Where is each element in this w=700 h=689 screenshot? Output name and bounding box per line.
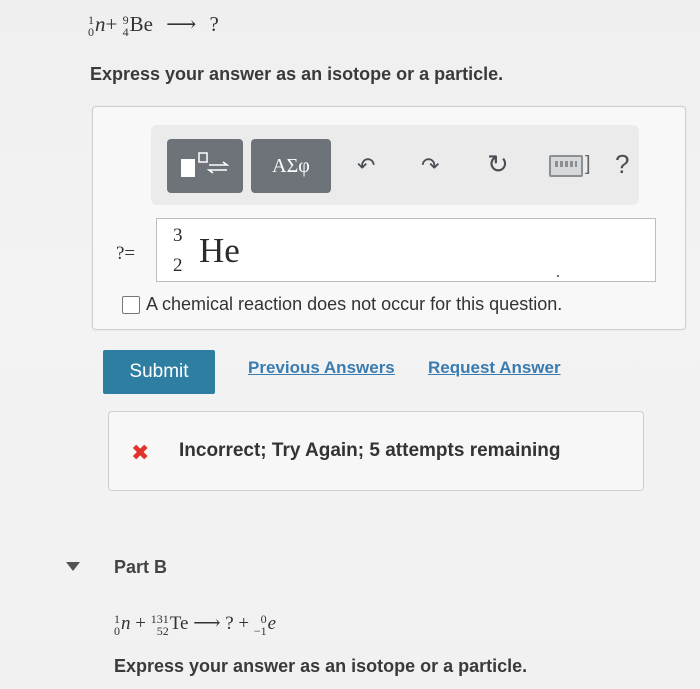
no-reaction-checkbox[interactable] [122, 295, 140, 314]
beryllium-atomic-number: 4 [122, 25, 129, 40]
greek-symbols-button[interactable]: ΑΣφ [251, 139, 331, 193]
answer-atomic-number: 2 [173, 255, 183, 276]
submit-button[interactable]: Submit [103, 350, 215, 394]
incorrect-icon: ✖ [131, 440, 150, 465]
tellurium-nuclide: 131 52 [151, 613, 169, 637]
templates-icon [181, 152, 230, 177]
no-reaction-option[interactable]: A chemical reaction does not occur for t… [122, 294, 562, 315]
neutron-atomic-number: 0 [88, 25, 94, 40]
tellurium-symbol: Te [169, 613, 189, 634]
unknown-product: ? [209, 12, 219, 36]
plus-sign: + [105, 12, 118, 36]
keyboard-shortcut-bracket: ] [585, 153, 591, 175]
redo-icon[interactable]: ↷ [421, 153, 439, 179]
electron-nuclide: 0 −1 [254, 613, 267, 637]
answer-mass-number: 3 [173, 225, 183, 246]
unknown-product-b: ? [225, 613, 234, 634]
reset-icon[interactable]: ↻ [487, 149, 509, 180]
part-a-equation: 1 0 n+ 9 4 Be ⟶ ? [88, 12, 219, 38]
part-b-equation: 1 0 n + 131 52 Te ⟶ ? + 0 −1 e [114, 612, 276, 637]
answer-input[interactable]: 3 2 He [156, 218, 656, 282]
no-reaction-label: A chemical reaction does not occur for t… [146, 294, 563, 314]
beryllium-nuclide: 9 4 [123, 14, 129, 38]
electron-charge-number: −1 [253, 623, 267, 638]
undo-icon[interactable]: ↶ [357, 153, 375, 179]
request-answer-link[interactable]: Request Answer [428, 358, 561, 378]
collapse-chevron-icon[interactable] [66, 562, 80, 571]
part-a-instruction: Express your answer as an isotope or a p… [90, 64, 504, 84]
reaction-arrow: ⟶ [166, 12, 197, 36]
neutron-symbol-b: n [121, 613, 131, 634]
neutron-atomic-number-b: 0 [114, 623, 120, 638]
answer-element-symbol: He [199, 231, 240, 270]
plus-sign-b: + [135, 613, 146, 634]
templates-button[interactable] [167, 139, 243, 193]
feedback-panel: ✖ Incorrect; Try Again; 5 attempts remai… [108, 411, 644, 491]
reaction-arrow-b: ⟶ [193, 613, 221, 634]
neutron-symbol: n [95, 12, 106, 36]
tellurium-mass-number: 131 [150, 611, 169, 626]
input-cursor-dot [557, 275, 559, 277]
feedback-message: Incorrect; Try Again; 5 attempts remaini… [179, 440, 561, 461]
electron-mass-number: 0 [260, 611, 267, 626]
neutron-mass-number-b: 1 [114, 611, 120, 626]
part-b-title[interactable]: Part B [114, 557, 167, 578]
beryllium-symbol: Be [129, 12, 153, 36]
keyboard-icon[interactable] [549, 155, 583, 177]
previous-answers-link[interactable]: Previous Answers [248, 358, 395, 378]
neutron-nuclide-b: 1 0 [114, 613, 120, 637]
electron-symbol: e [267, 613, 277, 634]
math-toolbar: ΑΣφ ↶ ↷ ↻ ] ? [151, 125, 639, 205]
neutron-nuclide: 1 0 [88, 14, 94, 38]
plus-sign-b2: + [238, 613, 250, 634]
help-button[interactable]: ? [615, 149, 629, 180]
tellurium-atomic-number: 52 [156, 623, 169, 638]
answer-prefix: ?= [116, 243, 136, 264]
part-b-instruction: Express your answer as an isotope or a p… [114, 656, 528, 676]
